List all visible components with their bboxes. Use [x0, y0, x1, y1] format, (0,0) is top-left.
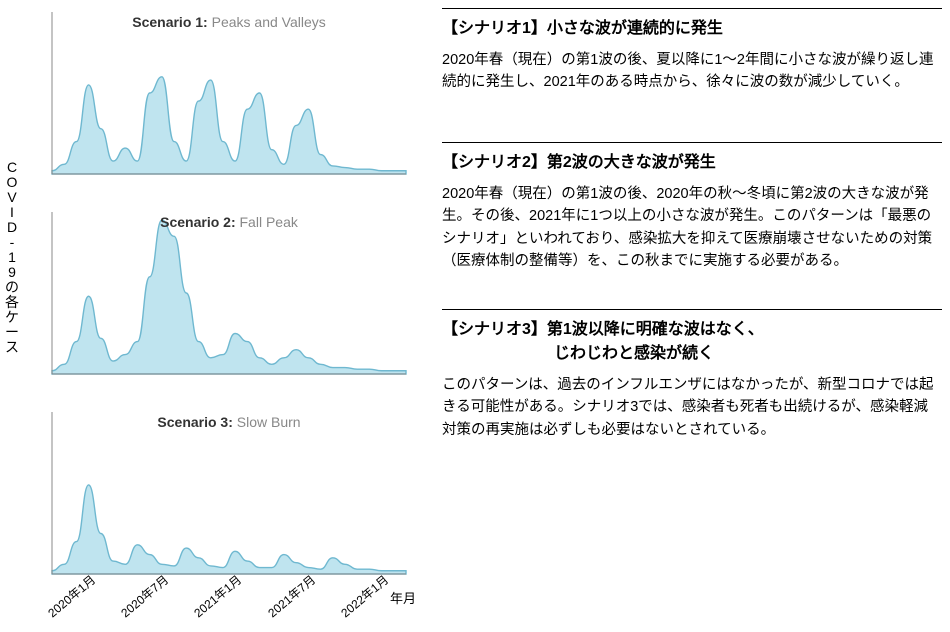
chart-title-strong: Scenario 1:: [132, 14, 207, 30]
chart-panel-3: Scenario 3: Slow Burn: [44, 408, 414, 580]
section-1: 【シナリオ1】小さな波が連続的に発生 2020年春（現在）の第1波の後、夏以降に…: [442, 8, 942, 94]
section-3: 【シナリオ3】第1波以降に明確な波はなく、 じわじわと感染が続く このパターンは…: [442, 309, 942, 441]
section-3-title: 【シナリオ3】第1波以降に明確な波はなく、 じわじわと感染が続く: [442, 318, 942, 366]
section-1-body: 2020年春（現在）の第1波の後、夏以降に1〜2年間に小さな波が繰り返し連続的に…: [442, 49, 942, 94]
section-3-body: このパターンは、過去のインフルエンザにはなかったが、新型コロナでは起きる可能性が…: [442, 374, 942, 441]
section-2: 【シナリオ2】第2波の大きな波が発生 2020年春（現在）の第1波の後、2020…: [442, 142, 942, 273]
chart-panel-1: Scenario 1: Peaks and Valleys: [44, 8, 414, 180]
x-axis-unit: 年月: [390, 588, 416, 607]
chart-title-2: Scenario 2: Fall Peak: [44, 214, 414, 230]
section-2-title: 【シナリオ2】第2波の大きな波が発生: [442, 151, 942, 175]
scenario-3-chart: [44, 408, 414, 580]
chart-title-thin: Fall Peak: [236, 214, 298, 230]
section-1-title: 【シナリオ1】小さな波が連続的に発生: [442, 17, 942, 41]
chart-title-strong: Scenario 3:: [157, 414, 232, 430]
x-axis-labels: 2020年1月2020年7月2021年1月2021年7月2022年1月年月: [40, 580, 440, 628]
chart-title-1: Scenario 1: Peaks and Valleys: [44, 14, 414, 30]
section-2-body: 2020年春（現在）の第1波の後、2020年の秋〜冬頃に第2波の大きな波が発生。…: [442, 183, 942, 273]
chart-panel-2: Scenario 2: Fall Peak: [44, 208, 414, 380]
chart-title-thin: Slow Burn: [233, 414, 301, 430]
text-column: 【シナリオ1】小さな波が連続的に発生 2020年春（現在）の第1波の後、夏以降に…: [442, 8, 942, 471]
y-axis-label: COVID-19の各ケース: [4, 160, 20, 355]
chart-title-strong: Scenario 2:: [160, 214, 235, 230]
charts-column: Scenario 1: Peaks and Valleys Scenario 2…: [44, 8, 414, 608]
divider: [442, 8, 942, 9]
divider: [442, 142, 942, 143]
divider: [442, 309, 942, 310]
chart-title-3: Scenario 3: Slow Burn: [44, 414, 414, 430]
chart-title-thin: Peaks and Valleys: [208, 14, 326, 30]
scenario-1-chart: [44, 8, 414, 180]
scenario-2-chart: [44, 208, 414, 380]
